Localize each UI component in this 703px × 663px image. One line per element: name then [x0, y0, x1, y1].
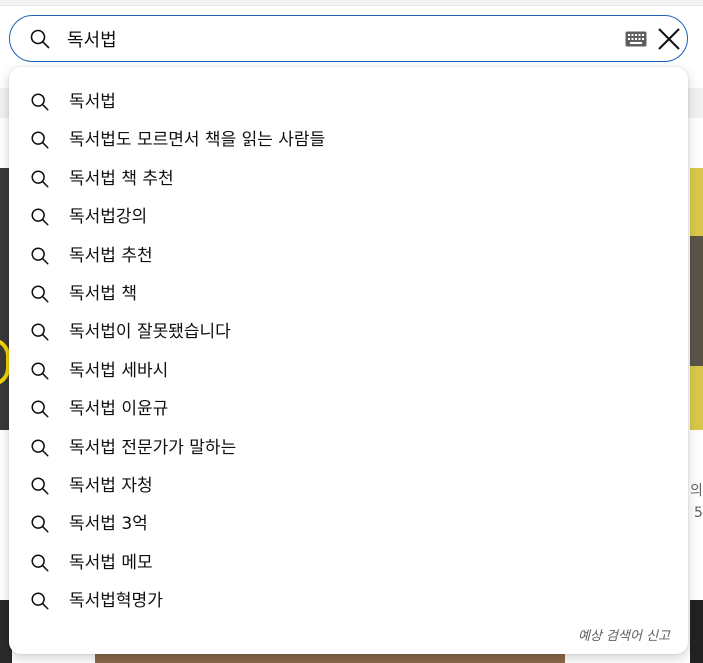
video-meta-partial-2: 5 [694, 505, 703, 521]
search-suggestions-dropdown: 독서법독서법도 모르면서 책을 읽는 사람들독서법 책 추천독서법강의독서법 추… [9, 67, 688, 654]
suggestion-item[interactable]: 독서법도 모르면서 책을 읽는 사람들 [9, 121, 688, 159]
search-input[interactable] [67, 22, 607, 56]
suggestion-item[interactable]: 독서법 3억 [9, 505, 688, 543]
suggestion-item[interactable]: 독서법 책 추천 [9, 160, 688, 198]
suggestion-text: 독서법 추천 [69, 245, 153, 266]
search-icon [31, 477, 49, 495]
video-thumbnail-partial-bottom-right[interactable] [690, 600, 703, 663]
search-icon [30, 29, 50, 49]
suggestion-text: 독서법이 잘못됐습니다 [69, 322, 231, 343]
suggestion-text: 독서법도 모르면서 책을 읽는 사람들 [69, 130, 326, 151]
suggestion-item[interactable]: 독서법 세바시 [9, 352, 688, 390]
close-icon[interactable] [656, 26, 682, 52]
search-icon [31, 247, 49, 265]
search-icon [31, 554, 49, 572]
report-predictions-link[interactable]: 예상 검색어 신고 [578, 625, 670, 644]
suggestion-item[interactable]: 독서법이 잘못됐습니다 [9, 313, 688, 351]
suggestion-item[interactable]: 독서법 메모 [9, 544, 688, 582]
suggestion-text: 독서법 책 [69, 284, 137, 304]
suggestion-text: 독서법 [69, 92, 116, 112]
keyboard-icon[interactable] [625, 31, 647, 47]
search-icon [31, 439, 49, 457]
suggestion-item[interactable]: 독서법 [9, 83, 688, 121]
search-icon [31, 323, 49, 341]
search-icon [31, 400, 49, 418]
search-icon [31, 592, 49, 610]
suggestion-item[interactable]: 독서법 책 [9, 275, 688, 313]
search-icon [31, 170, 49, 188]
search-icon [31, 515, 49, 533]
suggestion-text: 독서법강의 [69, 207, 148, 228]
suggestion-item[interactable]: 독서법혁명가 [9, 582, 688, 620]
suggestion-text: 독서법 3억 [69, 514, 148, 535]
suggestion-item[interactable]: 독서법 추천 [9, 237, 688, 275]
suggestion-text: 독서법 책 추천 [69, 168, 174, 189]
search-icon [31, 93, 49, 111]
suggestion-text: 독서법 자청 [69, 476, 153, 496]
suggestion-item[interactable]: 독서법 자청 [9, 467, 688, 505]
search-icon [31, 285, 49, 303]
suggestion-item[interactable]: 독서법 전문가가 말하는 [9, 429, 688, 467]
video-meta-partial: 의 [690, 483, 703, 499]
suggestion-text: 독서법 전문가가 말하는 [69, 437, 237, 458]
search-box[interactable] [9, 15, 688, 62]
search-icon [31, 208, 49, 226]
suggestion-text: 독서법혁명가 [69, 591, 163, 612]
search-icon [31, 131, 49, 149]
search-icon [31, 362, 49, 380]
top-bar-edge [0, 0, 703, 6]
suggestion-text: 독서법 메모 [69, 552, 153, 573]
suggestion-item[interactable]: 독서법 이윤규 [9, 390, 688, 428]
suggestion-text: 독서법 세바시 [69, 360, 169, 381]
suggestion-item[interactable]: 독서법강의 [9, 198, 688, 236]
suggestion-text: 독서법 이윤규 [69, 399, 169, 420]
video-thumbnail-partial-right[interactable] [690, 168, 703, 430]
